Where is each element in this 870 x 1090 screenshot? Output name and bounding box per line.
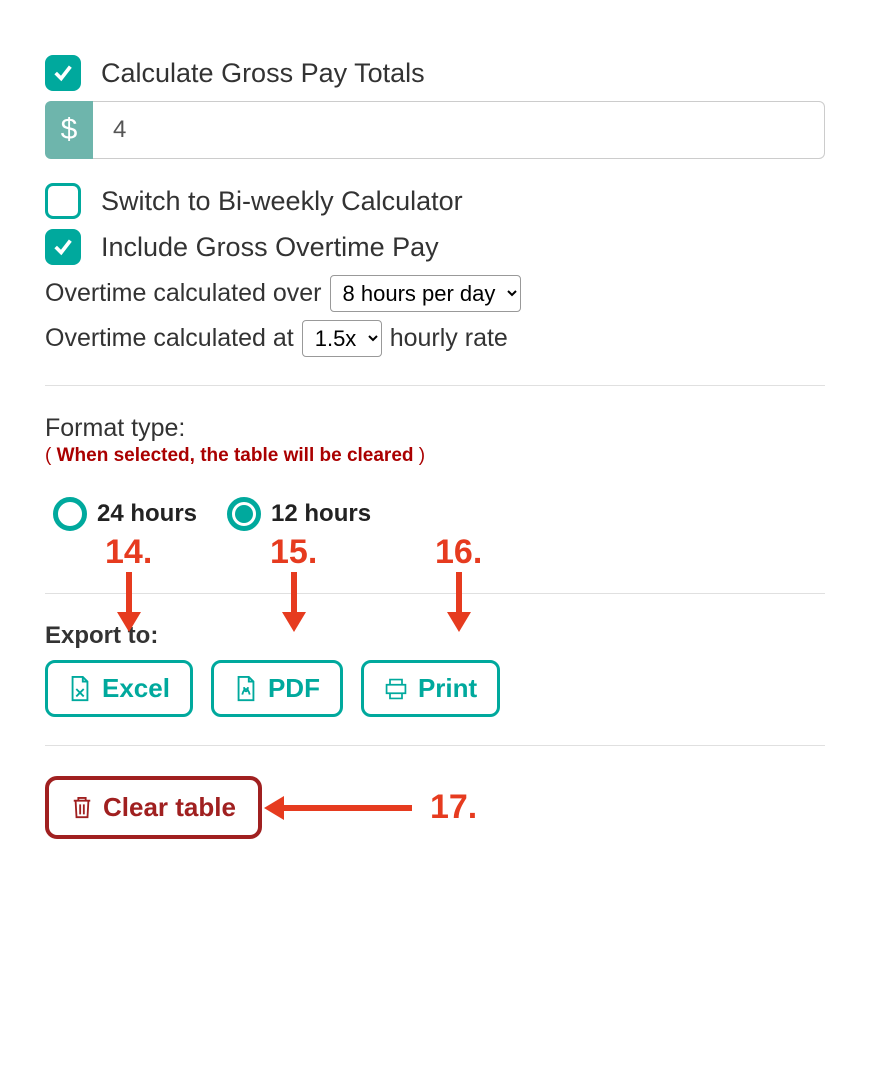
- annotations-row: 14. 15. 16.: [45, 533, 825, 633]
- overtime-at-label-pre: Overtime calculated at: [45, 324, 294, 353]
- file-excel-icon: [68, 676, 92, 702]
- format-title: Format type:: [45, 414, 825, 443]
- radio-circle-icon: [227, 497, 261, 531]
- overtime-at-row: Overtime calculated at 1.5x hourly rate: [45, 320, 825, 357]
- dollar-icon: $: [45, 101, 93, 159]
- biweekly-checkbox[interactable]: [45, 183, 81, 219]
- radio-12-hours[interactable]: 12 hours: [227, 497, 371, 531]
- rate-input[interactable]: [93, 101, 825, 159]
- annotation-14: 14.: [105, 533, 152, 572]
- radio-12-label: 12 hours: [271, 500, 371, 528]
- gross-pay-label: Calculate Gross Pay Totals: [101, 58, 425, 89]
- include-ot-row: Include Gross Overtime Pay: [45, 229, 825, 265]
- gross-pay-row: Calculate Gross Pay Totals: [45, 55, 825, 91]
- overtime-over-row: Overtime calculated over 8 hours per day: [45, 275, 825, 312]
- biweekly-label: Switch to Bi-weekly Calculator: [101, 186, 463, 217]
- divider-1: [45, 385, 825, 386]
- include-ot-label: Include Gross Overtime Pay: [101, 232, 439, 263]
- printer-icon: [384, 676, 408, 702]
- rate-input-group: $: [45, 101, 825, 159]
- biweekly-row: Switch to Bi-weekly Calculator: [45, 183, 825, 219]
- overtime-over-select[interactable]: 8 hours per day: [330, 275, 521, 312]
- export-buttons: Excel PDF Print: [45, 660, 825, 717]
- annotation-17: 17.: [282, 788, 477, 827]
- overtime-at-select[interactable]: 1.5x: [302, 320, 382, 357]
- annotation-16: 16.: [435, 533, 482, 572]
- file-pdf-icon: [234, 676, 258, 702]
- annotation-15: 15.: [270, 533, 317, 572]
- clear-row: Clear table 17.: [45, 776, 825, 839]
- arrow-left-icon: [282, 805, 412, 811]
- export-pdf-button[interactable]: PDF: [211, 660, 343, 717]
- format-radios: 24 hours 12 hours: [53, 497, 825, 531]
- export-excel-button[interactable]: Excel: [45, 660, 193, 717]
- trash-icon: [71, 796, 93, 820]
- radio-24-hours[interactable]: 24 hours: [53, 497, 197, 531]
- clear-table-button[interactable]: Clear table: [45, 776, 262, 839]
- overtime-at-label-post: hourly rate: [390, 324, 508, 353]
- gross-pay-checkbox[interactable]: [45, 55, 81, 91]
- export-print-button[interactable]: Print: [361, 660, 500, 717]
- overtime-over-label: Overtime calculated over: [45, 279, 322, 308]
- radio-24-label: 24 hours: [97, 500, 197, 528]
- include-ot-checkbox[interactable]: [45, 229, 81, 265]
- divider-3: [45, 745, 825, 746]
- radio-circle-icon: [53, 497, 87, 531]
- format-warning: ( When selected, the table will be clear…: [45, 445, 825, 467]
